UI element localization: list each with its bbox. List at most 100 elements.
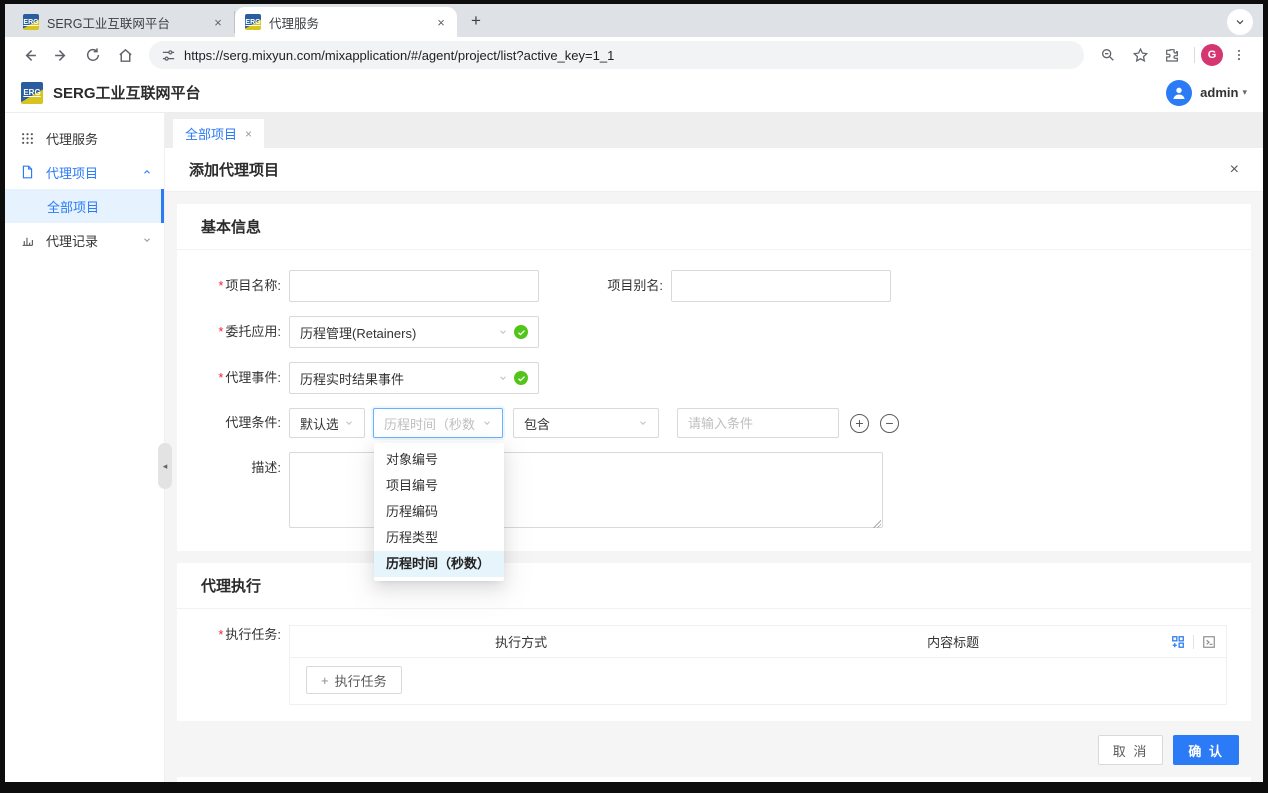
bar-chart-icon	[21, 234, 36, 247]
task-label: *执行任务:	[201, 625, 289, 705]
chevron-down-icon	[498, 373, 508, 383]
chevron-down-icon	[482, 418, 492, 428]
condition-field-select[interactable]: 历程时间（秒数） 对象编号 项目编号 历程编码	[373, 408, 503, 438]
sidebar-item-label: 代理服务	[46, 129, 98, 148]
app-logo: ERG	[21, 82, 43, 104]
condition-label: 代理条件:	[201, 408, 289, 438]
valid-check-icon	[514, 371, 528, 385]
tab-close-icon[interactable]: ×	[433, 14, 449, 30]
console-expand-icon[interactable]	[1202, 635, 1216, 649]
condition-default-value: 默认选项	[300, 414, 338, 433]
project-alias-label: 项目别名:	[597, 270, 671, 302]
chevron-down-icon	[142, 235, 152, 245]
remove-condition-icon[interactable]: −	[880, 414, 899, 433]
col-content-title: 内容标题	[752, 632, 1154, 651]
event-select-value: 历程实时结果事件	[300, 369, 492, 388]
page-tab-all-projects[interactable]: 全部项目 ×	[173, 119, 264, 148]
extensions-icon[interactable]	[1158, 41, 1186, 69]
plus-icon: +	[321, 673, 329, 688]
app-header: ERG SERG工业互联网平台 admin ▾	[5, 73, 1263, 113]
browser-tab-agent[interactable]: ERG 代理服务 ×	[235, 7, 457, 37]
browser-profile-avatar[interactable]: G	[1201, 44, 1223, 66]
chevron-down-icon	[344, 418, 354, 428]
browser-tab-serg[interactable]: ERG SERG工业互联网平台 ×	[13, 11, 235, 33]
url-text: https://serg.mixyun.com/mixapplication/#…	[184, 48, 614, 63]
divider	[1193, 635, 1194, 649]
user-name: admin	[1200, 85, 1238, 100]
row-project-name: *项目名称: 项目别名:	[201, 270, 1227, 302]
user-caret-icon: ▾	[1242, 87, 1247, 98]
page-tab-close-icon[interactable]: ×	[245, 127, 252, 141]
sidebar: 代理服务 代理项目 全部项目 代理记录	[5, 113, 165, 782]
task-table-header: 执行方式 内容标题	[290, 626, 1226, 658]
back-icon[interactable]	[15, 41, 43, 69]
tab-close-icon[interactable]: ×	[210, 14, 226, 30]
drawer-body: 基本信息 *项目名称: 项目别名: *委托应用:	[165, 192, 1263, 782]
dropdown-option-selected[interactable]: 历程时间（秒数）	[374, 551, 504, 577]
browser-menu-kebab-icon[interactable]	[1225, 41, 1253, 69]
sidebar-item-agent-service[interactable]: 代理服务	[5, 121, 164, 155]
grid-dots-icon	[21, 132, 36, 145]
row-app: *委托应用: 历程管理(Retainers)	[201, 316, 1227, 348]
home-icon[interactable]	[111, 41, 139, 69]
forward-icon[interactable]	[47, 41, 75, 69]
tab-search-chevron-icon[interactable]	[1227, 9, 1253, 35]
header-user-area[interactable]: admin ▾	[1166, 80, 1247, 106]
condition-default-select[interactable]: 默认选项	[289, 408, 365, 438]
sidebar-item-label: 代理项目	[46, 163, 98, 182]
project-alias-input[interactable]	[671, 270, 891, 302]
page-tabbar: 全部项目 ×	[165, 113, 1263, 148]
col-exec-method: 执行方式	[290, 632, 752, 651]
event-select[interactable]: 历程实时结果事件	[289, 362, 539, 394]
drawer-close-icon[interactable]: ×	[1230, 161, 1239, 179]
event-label: *代理事件:	[201, 362, 289, 394]
sidebar-collapse-handle[interactable]: ◂	[158, 443, 172, 489]
dropdown-option[interactable]: 项目编号	[374, 473, 504, 499]
condition-operator-select[interactable]: 包含	[513, 408, 659, 438]
tab-title: SERG工业互联网平台	[47, 13, 210, 32]
app-title: SERG工业互联网平台	[53, 82, 201, 103]
bookmark-star-icon[interactable]	[1126, 41, 1154, 69]
page-tab-label: 全部项目	[185, 124, 237, 143]
address-bar[interactable]: https://serg.mixyun.com/mixapplication/#…	[149, 41, 1084, 69]
description-label: 描述:	[201, 452, 289, 484]
sidebar-item-label: 代理记录	[46, 231, 98, 250]
project-name-label: *项目名称:	[201, 270, 289, 302]
dropdown-option[interactable]: 对象编号	[374, 447, 504, 473]
add-project-drawer: 添加代理项目 × 基本信息 *项目名称: 项目别名:	[165, 148, 1263, 782]
zoom-icon[interactable]	[1094, 41, 1122, 69]
basic-info-title: 基本信息	[177, 204, 1251, 250]
row-description: 描述:	[201, 452, 1227, 531]
favicon-erg: ERG	[23, 14, 39, 30]
confirm-button[interactable]: 确 认	[1173, 735, 1239, 765]
cancel-button[interactable]: 取 消	[1098, 735, 1164, 765]
sidebar-item-agent-records[interactable]: 代理记录	[5, 223, 164, 257]
drawer-header: 添加代理项目 ×	[165, 148, 1263, 192]
sidebar-item-agent-project[interactable]: 代理项目	[5, 155, 164, 189]
app-label: *委托应用:	[201, 316, 289, 348]
chevron-down-icon	[638, 418, 648, 428]
drawer-title: 添加代理项目	[189, 159, 279, 180]
sidebar-item-all-projects[interactable]: 全部项目	[5, 189, 164, 223]
agent-exec-card: 代理执行 *执行任务: 执行方式 内容标题	[177, 563, 1251, 721]
add-task-button[interactable]: + 执行任务	[306, 666, 402, 694]
dropdown-option[interactable]: 历程类型	[374, 525, 504, 551]
browser-tabstrip: ERG SERG工业互联网平台 × ERG 代理服务 × +	[5, 4, 1263, 37]
user-avatar-icon	[1166, 80, 1192, 106]
block-add-icon[interactable]	[1171, 635, 1185, 649]
browser-toolbar: https://serg.mixyun.com/mixapplication/#…	[5, 37, 1263, 73]
task-table-body: + 执行任务	[290, 658, 1226, 704]
dropdown-option[interactable]: 历程编码	[374, 499, 504, 525]
app-select-value: 历程管理(Retainers)	[300, 323, 492, 342]
project-name-input[interactable]	[289, 270, 539, 302]
condition-operator-value: 包含	[524, 414, 632, 433]
basic-info-card: 基本信息 *项目名称: 项目别名: *委托应用:	[177, 204, 1251, 551]
tab-title: 代理服务	[269, 13, 433, 32]
new-tab-button[interactable]: +	[463, 8, 489, 34]
app-select[interactable]: 历程管理(Retainers)	[289, 316, 539, 348]
sidebar-item-label: 全部项目	[47, 197, 99, 216]
site-info-icon[interactable]	[161, 48, 176, 63]
condition-value-input[interactable]	[677, 408, 839, 438]
add-condition-icon[interactable]: +	[850, 414, 869, 433]
reload-icon[interactable]	[79, 41, 107, 69]
